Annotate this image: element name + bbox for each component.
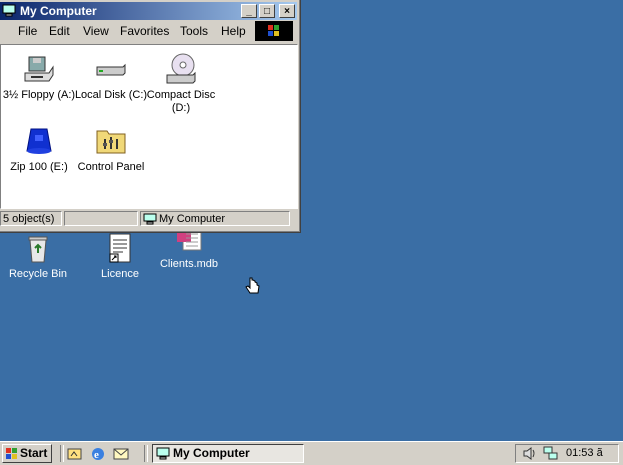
computer-icon [2,4,16,17]
item-label: Control Panel [77,161,145,173]
windows-logo-icon [255,21,293,41]
desktop-icon-label: Clients.mdb [159,258,219,270]
menu-favorites[interactable]: Favorites [120,24,169,38]
taskbar-button-my-computer[interactable]: My Computer [152,444,304,463]
drive-item-zip[interactable]: Zip 100 (E:) [0,125,79,174]
desktop-icon-recycle-bin[interactable]: Recycle Bin [3,232,73,280]
volume-icon[interactable] [522,446,538,464]
taskbar-separator [144,445,148,462]
taskbar: Start e My Computer 01:53 ã [0,441,623,465]
network-icon[interactable] [543,446,559,464]
taskbar-button-label: My Computer [173,446,250,460]
start-label: Start [20,446,48,460]
item-label: Local Disk (C:) [74,89,148,101]
status-object-count: 5 object(s) [0,211,62,226]
maximize-button[interactable]: □ [259,4,275,18]
taskbar-separator [60,445,64,462]
drive-item-floppy[interactable]: 3½ Floppy (A:) [0,53,79,102]
outlook-express-icon [113,448,129,460]
minimize-button[interactable]: _ [241,4,257,18]
document-shortcut-icon [104,232,136,264]
status-blank-pane [64,211,138,226]
mouse-pointer-hand-icon [245,277,261,300]
window-titlebar[interactable]: My Computer _ □ × [0,2,297,20]
menu-bar: File Edit View Favorites Tools Help [0,21,297,41]
zip-drive-icon [23,125,55,157]
menu-edit[interactable]: Edit [49,24,70,38]
clock[interactable]: 01:53 ã [566,447,603,459]
status-location-label: My Computer [159,213,226,225]
quick-launch-outlook[interactable] [113,446,129,465]
folder-item-control-panel[interactable]: Control Panel [71,125,151,174]
recycle-bin-icon [22,232,54,264]
cd-drive-icon [165,53,197,85]
drive-item-compact-disc[interactable]: Compact Disc (D:) [141,53,221,115]
window-title: My Computer [20,4,97,18]
drive-item-local-disk[interactable]: Local Disk (C:) [71,53,151,102]
status-location: My Computer [140,211,290,226]
menu-file[interactable]: File [18,24,37,38]
item-label: Compact Disc (D:) [146,89,216,114]
menu-tools[interactable]: Tools [180,24,208,38]
start-button[interactable]: Start [2,444,52,463]
system-tray: 01:53 ã [515,444,619,463]
folder-content-area[interactable]: 3½ Floppy (A:) Local Disk (C:) Compact D… [0,44,298,209]
desktop-icon-label: Recycle Bin [8,268,68,280]
desktop-icon-label: Licence [101,268,139,280]
internet-explorer-icon: e [92,448,104,461]
menu-help[interactable]: Help [221,24,246,38]
quick-launch-show-desktop[interactable] [67,446,83,465]
hard-disk-icon [95,53,127,85]
item-label: 3½ Floppy (A:) [2,89,76,101]
quick-launch-ie[interactable]: e [90,446,106,465]
desktop-icon-licence[interactable]: Licence [85,232,155,280]
show-desktop-icon [67,448,82,460]
computer-icon [143,213,157,230]
windows-logo-icon [5,447,19,465]
svg-text:e: e [94,449,99,461]
item-label: Zip 100 (E:) [10,161,68,173]
floppy-drive-icon [23,53,55,85]
computer-icon [156,447,170,465]
my-computer-window[interactable]: My Computer _ □ × File Edit View Favorit… [0,0,301,233]
control-panel-icon [95,125,127,157]
menu-view[interactable]: View [83,24,109,38]
close-button[interactable]: × [279,4,295,18]
status-bar: 5 object(s) My Computer [0,210,297,228]
